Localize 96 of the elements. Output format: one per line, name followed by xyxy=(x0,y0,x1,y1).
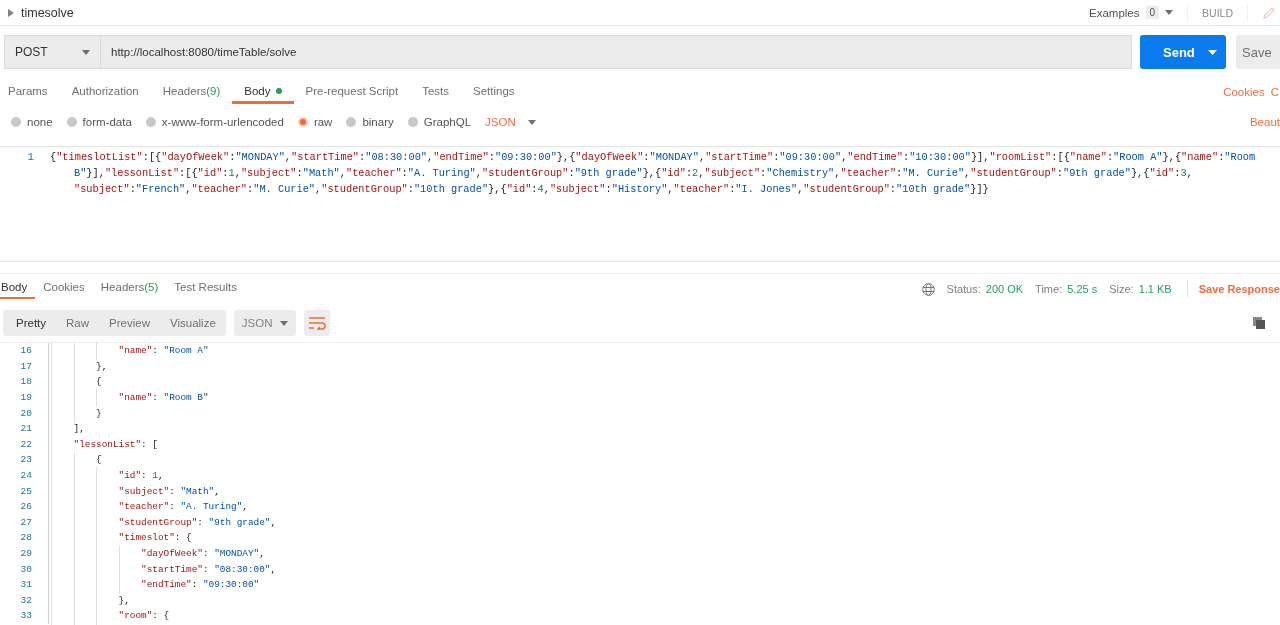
radio-button[interactable] xyxy=(66,117,77,127)
body-type-label[interactable]: none xyxy=(27,116,53,128)
dropdown-caret-icon[interactable] xyxy=(1165,10,1174,15)
response-format-select[interactable]: JSON xyxy=(233,310,296,336)
response-tab[interactable]: Test Results xyxy=(166,279,245,299)
method-select[interactable]: POST xyxy=(4,35,101,69)
line-number: 28 xyxy=(19,532,32,544)
format-select[interactable]: JSON xyxy=(485,116,536,128)
request-link[interactable]: C xyxy=(1270,86,1279,98)
status-label: Status: xyxy=(946,283,981,295)
line-number: 30 xyxy=(19,563,32,575)
line-number: 31 xyxy=(19,579,32,591)
code-line: ], xyxy=(72,423,85,435)
response-tab[interactable]: Headers(5) xyxy=(92,279,167,299)
request-tab[interactable]: Tests xyxy=(410,80,462,104)
line-number: 1 xyxy=(26,150,34,165)
save-button[interactable]: Save xyxy=(1236,35,1280,69)
code-line: } xyxy=(95,407,102,419)
body-type-label[interactable]: binary xyxy=(362,116,394,128)
request-tab[interactable]: Params xyxy=(0,80,60,104)
radio-button[interactable] xyxy=(407,117,418,127)
line-number: 16 xyxy=(19,345,32,357)
request-link[interactable]: Cookies xyxy=(1223,86,1265,98)
beautify-link[interactable]: Beaut xyxy=(1249,116,1280,128)
request-tab[interactable]: Body xyxy=(232,80,294,104)
request-tab[interactable]: Headers(9) xyxy=(150,80,233,104)
wrap-lines-button[interactable] xyxy=(303,310,330,336)
request-name: timesolve xyxy=(21,5,74,20)
line-number: 22 xyxy=(19,438,32,450)
body-type-label[interactable]: raw xyxy=(313,116,333,128)
body-type-label[interactable]: GraphQL xyxy=(423,116,472,128)
view-mode-tab[interactable]: Preview xyxy=(99,310,160,336)
request-tab[interactable]: Settings xyxy=(461,80,527,104)
code-line: "name": "Room B" xyxy=(117,392,209,404)
save-response-link[interactable]: Save Response xyxy=(1198,283,1280,295)
code-line: "timeslot": { xyxy=(117,532,192,544)
globe-icon[interactable] xyxy=(921,282,935,296)
code-line: "teacher": "A. Turing", xyxy=(117,501,248,513)
code-line: "lessonList": [ xyxy=(72,438,158,450)
radio-button[interactable] xyxy=(145,117,156,127)
examples-count: 0 xyxy=(1145,6,1160,19)
line-number: 33 xyxy=(19,610,32,622)
response-tab[interactable]: Body xyxy=(0,279,36,299)
line-number: 27 xyxy=(19,516,32,528)
code-line: }, xyxy=(95,360,108,372)
request-body-editor[interactable] xyxy=(0,146,1280,262)
code-line: "dayOfWeek": "MONDAY", xyxy=(140,548,265,559)
radio-button[interactable] xyxy=(297,117,308,127)
code-line: "room": { xyxy=(117,610,170,622)
dropdown-caret-icon[interactable] xyxy=(527,119,536,125)
radio-button[interactable] xyxy=(346,117,357,127)
line-number: 21 xyxy=(19,423,32,435)
dropdown-caret-icon[interactable] xyxy=(82,49,90,55)
line-number: 25 xyxy=(19,485,32,497)
body-type-label[interactable]: form-data xyxy=(82,116,132,128)
code-line: { xyxy=(95,376,102,388)
view-mode-tab[interactable]: Visualize xyxy=(159,310,226,336)
view-mode-tab[interactable]: Pretty xyxy=(3,310,57,336)
dropdown-caret-icon[interactable] xyxy=(279,320,288,326)
time-label: Time: xyxy=(1035,283,1063,295)
code-line: "name": "Room A" xyxy=(117,345,209,357)
time-value: 5.25 s xyxy=(1067,283,1098,295)
build-tab[interactable]: BUILD xyxy=(1202,6,1233,19)
line-number: 20 xyxy=(19,407,32,419)
code-line: {"timeslotList":[{"dayOfWeek":"MONDAY","startTime":"08:30:00","endTime":"09:30:00"},{"dayOfWeek":"MONDAY","startTime":"09:30:00","endTime":"10:30:00"}],"roomList":[{"name":"Room A"},{"name":"Room B"}],"lessonList":[{"id":1,"subject":"Math","teacher":"A. Turing","studentGroup":"9th grade"},{"id":2,"subject":"Chemistry","teacher":"M. Curie","studentGroup":"9th grade"},{"id":3,"subject":"French","teacher":"M. Curie","studentGroup":"10th grade"},{"id":4,"subject":"History","teacher":"I. Jones","studentGroup":"10th grade"}]} xyxy=(50,150,1257,197)
expand-caret-icon[interactable] xyxy=(8,8,14,17)
body-type-label[interactable]: x-www-form-urlencoded xyxy=(161,116,284,128)
request-tab[interactable]: Pre-request Script xyxy=(293,80,411,104)
line-number: 23 xyxy=(19,454,32,466)
code-line: }, xyxy=(117,594,130,606)
send-button[interactable]: Send xyxy=(1140,35,1226,69)
code-line: "startTime": "08:30:00", xyxy=(140,563,277,575)
request-tab[interactable]: Authorization xyxy=(59,80,151,104)
status-value: 200 OK xyxy=(985,283,1024,295)
size-label: Size: xyxy=(1109,283,1134,295)
code-line: "id": 1, xyxy=(117,470,164,482)
code-line: { xyxy=(95,454,102,466)
code-line: "subject": "Math", xyxy=(117,485,220,497)
wrap-lines-icon[interactable] xyxy=(307,316,326,330)
url-field[interactable]: http://localhost:8080/timeTable/solve xyxy=(101,35,1132,69)
size-value: 1.1 KB xyxy=(1138,283,1172,295)
response-tab[interactable]: Cookies xyxy=(35,279,93,299)
radio-button[interactable] xyxy=(11,117,21,127)
line-number: 18 xyxy=(19,376,32,388)
code-line: "studentGroup": "9th grade", xyxy=(117,516,277,528)
view-mode-tab[interactable]: Raw xyxy=(56,310,100,336)
code-line: "endTime": "09:30:00" xyxy=(140,579,260,591)
line-number: 32 xyxy=(19,594,32,606)
line-number: 29 xyxy=(19,548,32,559)
line-number: 26 xyxy=(19,501,32,513)
dropdown-caret-icon[interactable] xyxy=(1208,49,1217,55)
copy-icon[interactable] xyxy=(1253,317,1265,329)
examples-label[interactable]: Examples xyxy=(1089,6,1140,19)
line-number: 17 xyxy=(19,360,32,372)
line-number: 19 xyxy=(19,392,32,404)
line-number: 24 xyxy=(19,470,32,482)
